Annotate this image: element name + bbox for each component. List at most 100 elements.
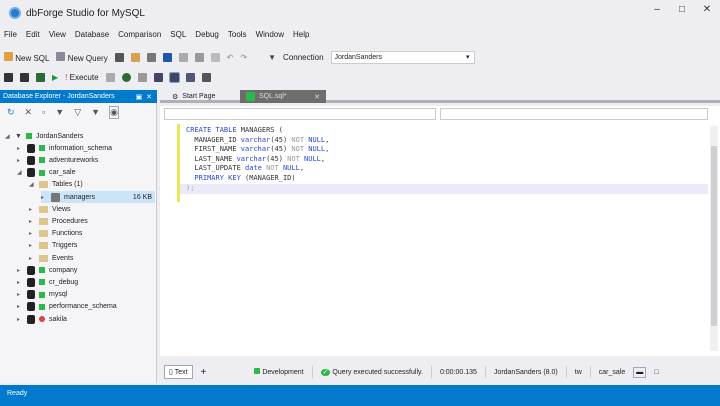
current-database: car_sale (598, 368, 626, 376)
expand-icon[interactable]: ▸ (17, 157, 23, 164)
copy-icon[interactable] (194, 52, 204, 62)
expand-icon[interactable]: ▸ (17, 145, 23, 152)
execute-button[interactable]: ! Execute (65, 73, 98, 82)
stop-icon[interactable] (105, 72, 115, 82)
connect-icon[interactable]: ▼ (91, 107, 100, 117)
close-panel-icon[interactable]: ✕ (146, 94, 152, 101)
tree-item[interactable]: ◢ car_sale (17, 167, 75, 179)
pin-icon[interactable]: ▣ (136, 94, 143, 101)
expand-icon[interactable]: ▸ (29, 218, 35, 225)
expand-icon[interactable]: ▸ (29, 230, 35, 237)
menu-database[interactable]: Database (75, 30, 109, 44)
results-pane-icon[interactable] (168, 71, 180, 83)
sql-editor[interactable]: CREATE TABLE MANAGERS ( MANAGER_ID varch… (160, 106, 720, 356)
expand-icon[interactable]: ◢ (17, 169, 23, 176)
duplicate-icon[interactable]: ▫ (42, 107, 45, 117)
tree-item[interactable]: ▸ Procedures (29, 215, 88, 227)
tree-item[interactable]: ▸ company (17, 264, 77, 276)
tree-item[interactable]: ▸ managers 16 KB (41, 191, 155, 203)
expand-icon[interactable]: ▸ (41, 194, 47, 201)
tree-item[interactable]: ▸ Views (29, 203, 71, 215)
filter-icon[interactable]: ◉ (109, 105, 119, 119)
database-refresh-icon[interactable] (20, 72, 29, 82)
maximize-editor-icon[interactable]: □ (654, 369, 658, 376)
tree-item[interactable]: ▸ performance_schema (17, 301, 117, 313)
expand-icon[interactable]: ▸ (17, 267, 23, 274)
new-sql-button[interactable]: New SQL (4, 51, 49, 63)
undo-icon[interactable]: ↶ (227, 53, 234, 62)
new-connection-icon[interactable]: ▼ (55, 107, 64, 117)
results-toggle-icon[interactable]: ▬ (633, 366, 647, 378)
close-tab-icon[interactable]: ✕ (314, 93, 320, 101)
database-connect-icon[interactable] (36, 72, 45, 82)
close-button[interactable]: ✕ (697, 4, 717, 18)
database-icon[interactable] (4, 72, 13, 82)
expand-icon[interactable]: ▸ (29, 242, 35, 249)
connection-icon: ▼ (15, 132, 22, 140)
editor-member-dropdown[interactable] (440, 108, 708, 120)
expand-icon[interactable]: ▸ (17, 316, 23, 323)
code-line: PRIMARY KEY (MANAGER_ID) (186, 174, 329, 184)
refresh-icon[interactable]: ↻ (7, 107, 15, 118)
code-token: varchar (236, 154, 267, 163)
expand-icon[interactable]: ▸ (17, 291, 23, 298)
menu-tools[interactable]: Tools (228, 30, 247, 44)
expand-icon[interactable]: ▸ (17, 303, 23, 310)
menu-file[interactable]: File (4, 30, 17, 44)
menu-help[interactable]: Help (293, 30, 309, 44)
minimize-button[interactable]: – (647, 4, 667, 18)
maximize-button[interactable]: □ (672, 4, 692, 18)
text-view-icon[interactable] (201, 72, 211, 82)
new-query-button[interactable]: New Query (56, 51, 108, 63)
run-icon[interactable]: ▶ (52, 73, 58, 82)
menu-debug[interactable]: Debug (195, 30, 219, 44)
redo-icon[interactable]: ↷ (240, 53, 247, 62)
connection-select[interactable]: JordanSanders ▾ (330, 50, 475, 64)
expand-icon[interactable]: ◢ (29, 181, 35, 188)
code-token: LAST_UPDATE (186, 164, 246, 173)
tree-item[interactable]: ▸ cr_debug (17, 276, 78, 288)
format-icon[interactable] (137, 72, 147, 82)
menu-edit[interactable]: Edit (26, 30, 40, 44)
open-icon[interactable] (130, 52, 140, 62)
paste-icon[interactable] (210, 52, 220, 62)
tree-item[interactable]: ▸ Events (29, 252, 73, 264)
tree-item-label: information_schema (49, 144, 113, 152)
history-icon[interactable] (121, 72, 131, 82)
grid-icon[interactable] (185, 72, 195, 82)
duration: 0:00:00.135 (439, 368, 477, 376)
tab-start-page[interactable]: ⚙ Start Page (166, 90, 221, 103)
save-icon[interactable] (146, 52, 156, 62)
tree-item[interactable]: ▸ mysql (17, 289, 67, 301)
tree-item[interactable]: ▸ Triggers (29, 240, 77, 252)
expand-icon[interactable]: ▸ (29, 255, 35, 262)
layout-icon[interactable] (153, 72, 163, 82)
tree-item[interactable]: ▸ Functions (29, 228, 82, 240)
menu-view[interactable]: View (49, 30, 66, 44)
start-page-icon: ⚙ (172, 93, 179, 101)
code-token: varchar (240, 145, 271, 154)
menu-comparison[interactable]: Comparison (118, 30, 161, 44)
tree-item[interactable]: ▸ sakila (17, 313, 67, 325)
menu-window[interactable]: Window (256, 30, 284, 44)
save-all-icon[interactable] (162, 52, 172, 62)
cut-icon[interactable] (178, 52, 188, 62)
delete-icon[interactable]: ✕ (25, 107, 33, 118)
code-area[interactable]: CREATE TABLE MANAGERS ( MANAGER_ID varch… (186, 126, 329, 193)
tab-sql-file[interactable]: SQL.sql* ✕ (240, 90, 326, 103)
add-tab-button[interactable]: + (201, 367, 207, 378)
tree-item[interactable]: ◢ ▼ JordanSanders (5, 130, 83, 142)
disconnect-icon[interactable]: ▽ (74, 107, 81, 118)
tree-item[interactable]: ▸ adventureworks (17, 154, 98, 166)
vertical-scrollbar[interactable] (710, 126, 718, 351)
menu-sql[interactable]: SQL (170, 30, 186, 44)
expand-icon[interactable]: ▸ (29, 206, 35, 213)
new-document-icon[interactable] (114, 52, 124, 62)
text-tab[interactable]: ▯ Text (164, 365, 193, 379)
expand-icon[interactable]: ▸ (17, 279, 23, 286)
tree-item[interactable]: ▸ information_schema (17, 142, 112, 154)
editor-object-dropdown[interactable] (164, 108, 436, 120)
expand-icon[interactable]: ◢ (5, 133, 11, 140)
tree-item[interactable]: ◢ Tables (1) (29, 179, 83, 191)
scrollbar-thumb[interactable] (711, 146, 717, 326)
